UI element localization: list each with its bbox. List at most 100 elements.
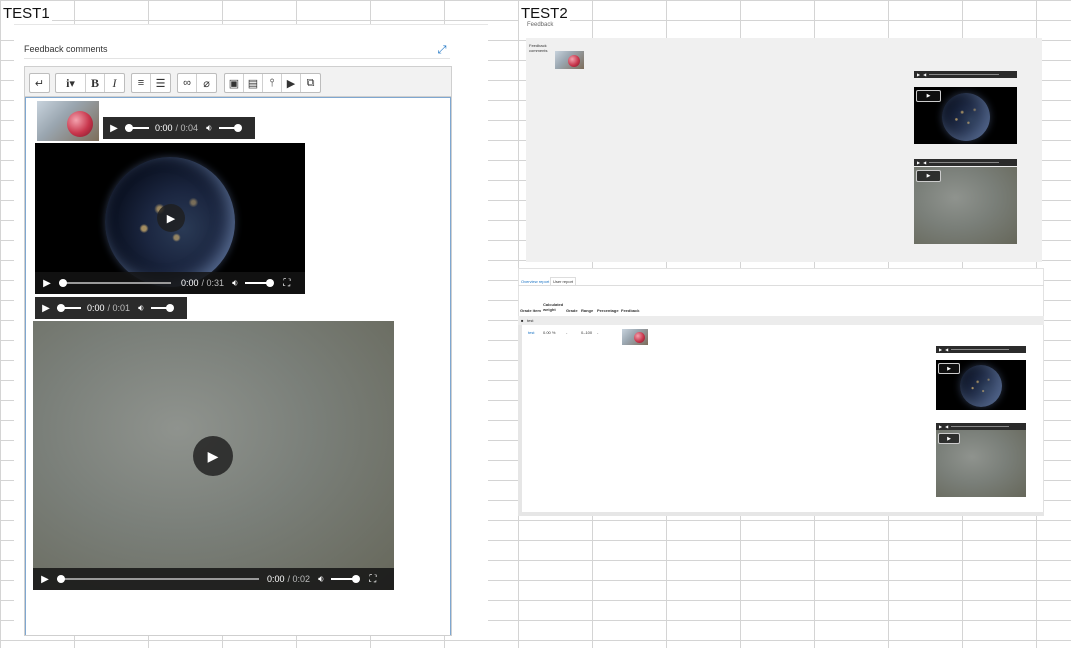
video-camera-icon[interactable]: ▶ — [282, 74, 301, 92]
header-range: Range — [581, 308, 594, 313]
toolbar-group-media: ▣ ▤ ⫯ ▶ ⧉ — [224, 73, 321, 93]
play-icon[interactable]: ▶ — [33, 574, 57, 585]
toolbar-group-format: i ▾ B I — [55, 73, 125, 93]
video-current-time: 0:00 — [267, 574, 285, 584]
unlink-icon[interactable]: ⌀ — [197, 74, 216, 92]
audio-player-2: ▶ 0:00 / 0:01 🔉︎ — [35, 297, 187, 319]
info-dropdown-icon[interactable]: i ▾ — [56, 74, 86, 92]
volume-slider[interactable] — [245, 279, 275, 287]
report-video-controls-1: ▶ ◀ — [936, 346, 1026, 353]
video-controls-1: ▶ 0:00 / 0:31 🔉︎ ⛶ — [35, 272, 305, 294]
bold-icon[interactable]: B — [86, 74, 105, 92]
header-feedback: Feedback — [621, 308, 640, 313]
volume-icon[interactable]: ◀ — [945, 347, 948, 352]
test1-label: TEST1 — [1, 5, 52, 23]
play-overlay-icon[interactable]: ▶ — [938, 363, 960, 374]
feedback-apple-image — [622, 329, 648, 345]
tabs-divider — [518, 285, 1044, 286]
feedback-heading: Feedback — [526, 22, 555, 28]
mini-video-controls-2: ▶ ◀ — [914, 159, 1017, 166]
play-overlay-icon[interactable]: ▶ — [193, 436, 233, 476]
play-overlay-icon[interactable]: ▶ — [157, 204, 185, 232]
fullscreen-toggle-icon[interactable]: ⛶ — [369, 574, 376, 585]
video-total-time: / 0:31 — [201, 278, 225, 288]
audio-current-time: 0:00 — [155, 123, 173, 133]
mini-video-controls-1: ▶ ◀ — [914, 71, 1017, 78]
play-icon[interactable]: ▶ — [939, 424, 942, 429]
play-overlay-icon[interactable]: ▶ — [916, 170, 941, 182]
video-controls-2: ▶ 0:00 / 0:02 🔉︎ ⛶ — [33, 568, 394, 590]
play-icon[interactable]: ▶ — [35, 303, 57, 314]
volume-icon[interactable]: ◀ — [923, 160, 926, 165]
audio-progress-bar[interactable] — [57, 304, 81, 312]
mini-video-gray: ▶ — [914, 167, 1017, 244]
play-overlay-icon[interactable]: ▶ — [938, 433, 960, 444]
volume-icon[interactable]: 🔉︎ — [232, 278, 238, 289]
unordered-list-icon[interactable]: ≡ — [132, 74, 151, 92]
play-icon[interactable]: ▶ — [939, 347, 942, 352]
toolbar-group-undo: ↵ — [29, 73, 50, 93]
apple-image-small — [555, 51, 584, 69]
volume-icon[interactable]: 🔉︎ — [206, 123, 212, 134]
fullscreen-toggle-icon[interactable]: ⛶ — [283, 278, 290, 289]
category-name: test — [527, 318, 534, 323]
grade-item-link[interactable]: test — [528, 330, 538, 335]
feedback-comments-title: Feedback comments — [24, 44, 108, 54]
report-video-controls-2: ▶ ◀ — [936, 423, 1026, 430]
link-icon[interactable]: ∞ — [178, 74, 197, 92]
header-calculated-weight: Calculated weight — [543, 302, 564, 312]
video-progress-bar[interactable] — [951, 426, 1010, 427]
feedback-comments-label: Feedback comments — [529, 43, 548, 53]
volume-icon[interactable]: 🔉︎ — [138, 303, 144, 314]
item-range: 0–100 — [581, 330, 593, 335]
volume-slider[interactable] — [331, 575, 361, 583]
volume-icon[interactable]: 🔉︎ — [318, 574, 324, 585]
volume-icon[interactable]: ◀ — [923, 72, 926, 77]
mini-video-earth: ▶ — [914, 87, 1017, 144]
tab-overview-report[interactable]: Overview report — [521, 279, 549, 284]
video-progress-bar[interactable] — [929, 74, 1000, 75]
video-progress-bar[interactable] — [57, 575, 259, 583]
play-icon[interactable]: ▶ — [103, 123, 125, 134]
audio-progress-bar[interactable] — [125, 124, 149, 132]
microphone-icon[interactable]: ⫯ — [263, 74, 282, 92]
video-current-time: 0:00 — [181, 278, 199, 288]
title-divider — [24, 58, 450, 59]
toolbar-group-lists: ≡ ☰ — [131, 73, 171, 93]
item-percentage: - — [597, 330, 599, 335]
fullscreen-icon[interactable]: ⤢ — [436, 44, 448, 56]
report-video-gray: ▶ — [936, 430, 1026, 497]
item-weight: 0.00 % — [543, 330, 556, 335]
ordered-list-icon[interactable]: ☰ — [151, 74, 170, 92]
report-bottom-border — [518, 512, 1044, 516]
tab-user-report[interactable]: User report — [550, 277, 577, 285]
audio-player-1: ▶ 0:00 / 0:04 🔉︎ — [103, 117, 255, 139]
play-icon[interactable]: ▶ — [917, 72, 920, 77]
undo-icon[interactable]: ↵ — [30, 74, 49, 92]
header-grade-item: Grade item — [520, 308, 541, 313]
manage-files-icon[interactable]: ⧉ — [301, 74, 320, 92]
volume-icon[interactable]: ◀ — [945, 424, 948, 429]
italic-icon[interactable]: I — [105, 74, 124, 92]
toolbar-group-links: ∞ ⌀ — [177, 73, 217, 93]
report-video-earth: ▶ — [936, 360, 1026, 410]
image-icon[interactable]: ▣ — [225, 74, 244, 92]
video-total-time: / 0:02 — [287, 574, 311, 584]
header-grade: Grade — [566, 308, 578, 313]
video-progress-bar[interactable] — [59, 279, 171, 287]
video-progress-bar[interactable] — [951, 349, 1010, 350]
play-icon[interactable]: ▶ — [917, 160, 920, 165]
header-percentage: Percentage — [597, 308, 619, 313]
video-progress-bar[interactable] — [929, 162, 1000, 163]
audio-current-time: 0:00 — [87, 303, 105, 313]
apple-image — [37, 101, 99, 141]
audio-total-time: / 0:04 — [175, 123, 199, 133]
category-indent-bar — [518, 325, 522, 513]
play-overlay-icon[interactable]: ▶ — [916, 90, 941, 102]
volume-slider[interactable] — [219, 124, 243, 132]
media-icon[interactable]: ▤ — [244, 74, 263, 92]
category-row — [518, 316, 1044, 325]
play-icon[interactable]: ▶ — [35, 278, 59, 289]
test2-label: TEST2 — [519, 5, 570, 23]
volume-slider[interactable] — [151, 304, 175, 312]
